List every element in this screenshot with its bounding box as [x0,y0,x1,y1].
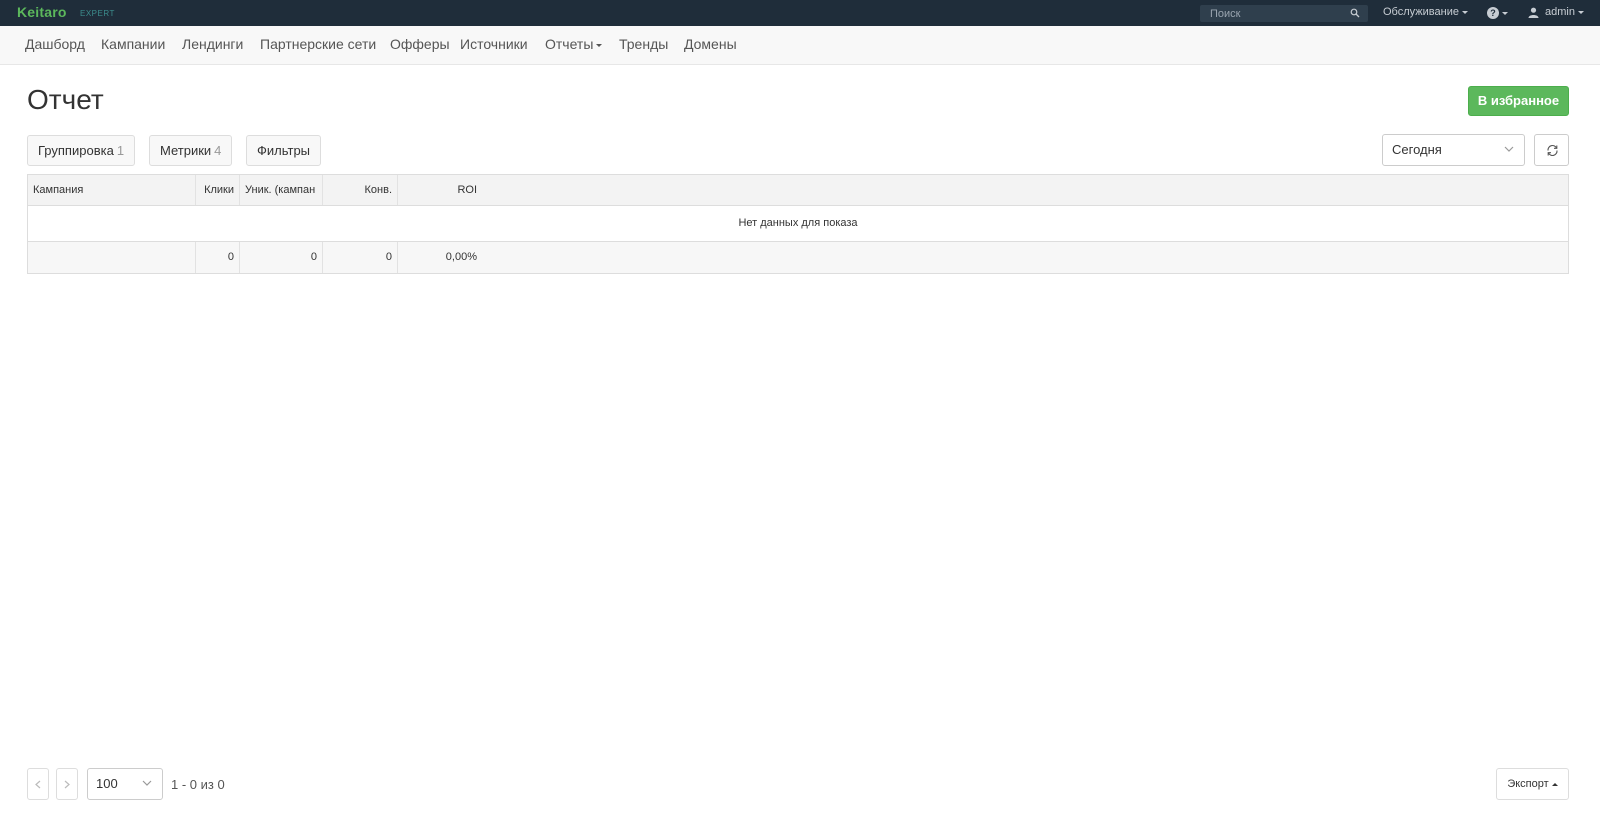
refresh-button[interactable] [1534,134,1569,166]
table-header-row: Кампания Клики Уник. (кампан Конв. ROI [28,175,1568,206]
grouping-count: 1 [116,143,125,158]
metrics-button[interactable]: Метрики 4 [149,135,233,166]
search-box [1200,5,1368,22]
period-select[interactable]: Сегодня [1382,134,1525,166]
metrics-label: Метрики [160,143,212,158]
total-clicks: 0 [196,242,240,273]
nav-sources[interactable]: Источники [460,36,528,52]
prev-page-button[interactable] [27,768,49,800]
search-icon[interactable] [1350,8,1360,18]
chevron-down-icon [1577,10,1584,14]
user-name: admin [1545,6,1575,18]
chevron-down-icon [1502,11,1508,15]
user-menu[interactable]: admin [1528,6,1584,18]
grouping-button[interactable]: Группировка 1 [27,135,136,166]
page-size-value: 100 [96,776,118,791]
nav-reports[interactable]: Отчеты [545,36,603,52]
column-header-conversions[interactable]: Конв. [323,175,398,205]
service-menu[interactable]: Обслуживание [1383,6,1468,18]
nav-offers[interactable]: Офферы [390,36,450,52]
chevron-up-icon [1551,782,1558,786]
total-roi: 0,00% [445,251,477,263]
user-icon [1528,7,1539,18]
report-table: Кампания Клики Уник. (кампан Конв. ROI Н… [27,174,1569,274]
chevron-down-icon [1461,10,1468,14]
column-header-roi[interactable]: ROI [398,175,482,205]
filters-button[interactable]: Фильтры [246,135,322,166]
help-icon: ? [1487,7,1499,20]
nav-campaigns[interactable]: Кампании [101,36,165,52]
next-page-button[interactable] [56,768,78,800]
help-menu[interactable]: ? [1487,7,1508,20]
totals-row: 0 0 0 0,00% [28,242,1568,273]
period-value: Сегодня [1392,142,1442,157]
chevron-down-icon [596,43,603,47]
chevron-down-icon [142,780,152,786]
total-unique: 0 [240,242,323,273]
top-bar: Keitaro EXPERT Обслуживание ? admin [0,0,1600,26]
total-conversions: 0 [323,242,398,273]
nav-domains[interactable]: Домены [684,36,737,52]
column-header-unique[interactable]: Уник. (кампан [240,175,323,205]
brand-edition: EXPERT [80,9,115,18]
page-size-select[interactable]: 100 [87,768,163,800]
nav-trends[interactable]: Тренды [619,36,668,52]
column-header-campaign[interactable]: Кампания [28,175,196,205]
chevron-left-icon [35,780,41,789]
search-input[interactable] [1210,7,1340,20]
nav-landings[interactable]: Лендинги [182,36,243,52]
empty-message: Нет данных для показа [738,217,858,229]
export-button[interactable]: Экспорт [1496,768,1569,800]
refresh-icon [1547,144,1558,157]
export-label: Экспорт [1507,778,1549,790]
chevron-down-icon [1504,146,1514,152]
add-to-favorites-button[interactable]: В избранное [1468,86,1569,116]
chevron-right-icon [64,780,70,789]
nav-dashboard[interactable]: Дашборд [25,36,85,52]
nav-reports-label: Отчеты [545,36,594,52]
empty-row: Нет данных для показа [28,206,1568,242]
total-campaign [28,242,196,273]
metrics-count: 4 [214,143,222,158]
nav-affiliate-networks[interactable]: Партнерские сети [260,36,376,52]
service-menu-label: Обслуживание [1383,6,1459,18]
brand-logo[interactable]: Keitaro [17,4,67,20]
page-title: Отчет [27,84,104,115]
pagination-info: 1 - 0 из 0 [171,777,225,792]
grouping-label: Группировка [38,143,114,158]
main-nav: Дашборд Кампании Лендинги Партнерские се… [0,26,1600,65]
column-header-clicks[interactable]: Клики [196,175,240,205]
